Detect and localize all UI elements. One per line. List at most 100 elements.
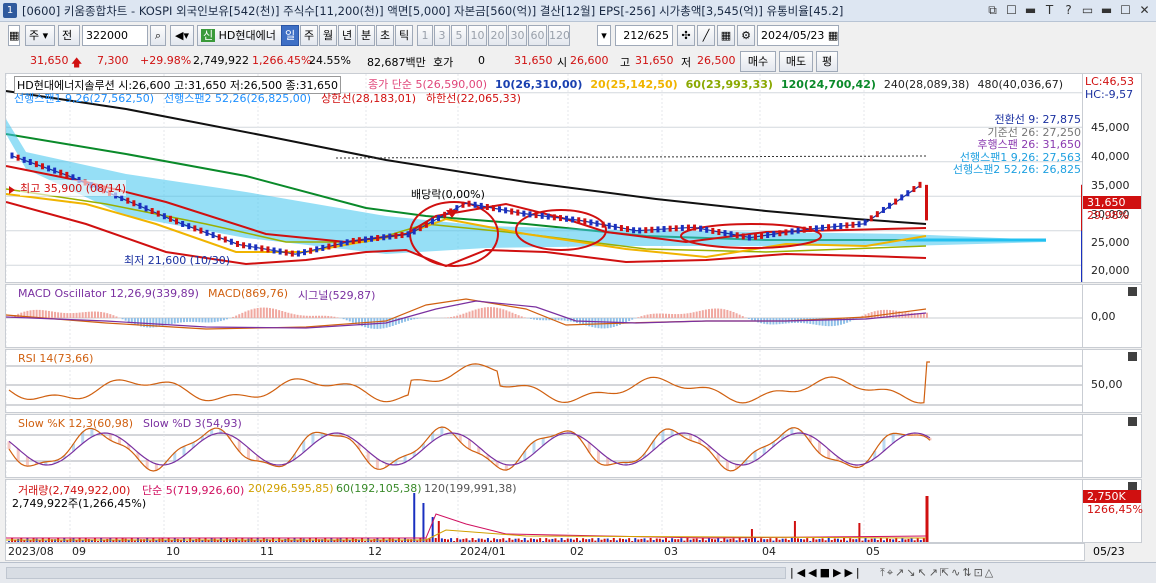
sell-button[interactable]: 매도	[779, 51, 813, 72]
stoch-y-axis[interactable]	[1082, 414, 1142, 478]
candle	[205, 229, 209, 236]
candle	[534, 212, 538, 219]
period-tab-6[interactable]: 틱	[395, 25, 413, 46]
candle	[309, 247, 313, 254]
candle	[802, 226, 806, 233]
candle	[662, 226, 666, 233]
stoch-pane[interactable]: Slow %K 12,3(60,98) Slow %D 3(54,93)	[5, 414, 1085, 478]
candle	[382, 234, 386, 241]
price-y-tick: 25,000	[1091, 236, 1130, 249]
interval-button-3[interactable]: 3	[434, 25, 450, 46]
ichimoku-legend-3: 하한선(22,065,33)	[426, 92, 521, 105]
period-tab-0[interactable]: 일	[281, 25, 299, 46]
interval-button-30[interactable]: 30	[508, 25, 527, 46]
period-tab-4[interactable]: 분	[357, 25, 375, 46]
interval-button-5[interactable]: 5	[451, 25, 467, 46]
interval-button-60[interactable]: 60	[528, 25, 547, 46]
window-control-0[interactable]: ⧉	[984, 2, 1001, 19]
candle	[443, 211, 447, 218]
interval-button-10[interactable]: 10	[468, 25, 487, 46]
candle	[498, 206, 502, 213]
window-control-5[interactable]: ▭	[1079, 2, 1096, 19]
rsi-pane[interactable]: RSI 14(73,66)	[5, 349, 1085, 413]
ma-legend-4: 120(24,700,42)	[780, 78, 876, 91]
window-control-7[interactable]: ☐	[1117, 2, 1134, 19]
period-tab-1[interactable]: 주	[300, 25, 318, 46]
period-tab-3[interactable]: 년	[338, 25, 356, 46]
rsi-y-axis[interactable]: 50,00	[1082, 349, 1142, 413]
candle	[504, 207, 508, 214]
candle	[28, 158, 32, 165]
candle	[199, 227, 203, 234]
interval-button-120[interactable]: 120	[548, 25, 570, 46]
candle	[242, 242, 246, 249]
candle	[632, 227, 636, 234]
candle	[558, 215, 562, 222]
right-legend-4: 선행스팬2 52,26: 26,825	[952, 163, 1081, 176]
count-field[interactable]: 212/625	[615, 25, 673, 46]
stock-code-input[interactable]: 322000	[82, 25, 148, 46]
candle	[65, 171, 69, 178]
gear-icon[interactable]: ⚙	[737, 25, 755, 46]
horizontal-scrollbar[interactable]	[6, 567, 786, 579]
candle	[845, 222, 849, 229]
dividend-annotation: 배당락(0,00%)	[411, 188, 485, 201]
vol-ma5-label: 단순 5(719,926,60)	[142, 484, 245, 497]
interval-button-20[interactable]: 20	[488, 25, 507, 46]
candle	[571, 216, 575, 223]
candle	[766, 232, 770, 239]
grid-icon[interactable]: ▦	[8, 25, 20, 46]
dropdown-icon[interactable]: ▾	[597, 25, 611, 46]
x-axis-label: 03	[664, 545, 678, 558]
price-y-axis[interactable]: LC:46,53 HC:-9,57 45,000 40,000 35,000 30,0…	[1082, 73, 1142, 283]
speaker-icon[interactable]: ◀▾	[170, 25, 194, 46]
volume-y-axis[interactable]: 2,750K 1266,45%	[1082, 479, 1143, 543]
candle	[589, 219, 593, 226]
volume-tag: 2,750K	[1083, 490, 1141, 503]
volume-pane[interactable]: 거래량(2,749,922,00) 단순 5(719,926,60) 20(29…	[5, 479, 1085, 543]
pane-close-icon[interactable]	[1128, 417, 1137, 426]
pane-close-icon[interactable]	[1128, 287, 1137, 296]
candle	[406, 231, 410, 238]
window-control-8[interactable]: ✕	[1136, 2, 1153, 19]
title-bar: 1 [0600] 키움종합차트 - KOSPI 외국인보유[542(천)] 주식…	[0, 0, 1156, 22]
period-tab-5[interactable]: 초	[376, 25, 394, 46]
candle	[357, 237, 361, 244]
candle	[906, 190, 910, 197]
count-total: /625	[644, 29, 669, 42]
date-field[interactable]: 2024/05/23 ▦	[757, 25, 839, 46]
candle	[400, 232, 404, 239]
candle	[516, 209, 520, 216]
candle	[229, 238, 233, 245]
period-tab-2[interactable]: 월	[319, 25, 337, 46]
candle	[717, 228, 721, 235]
market-select[interactable]: 주 ▾	[25, 25, 55, 46]
quote-volume: 2,749,922	[193, 54, 249, 67]
candle	[705, 226, 709, 233]
drawing-tools[interactable]: ⤒⌖↗↘↖↗⇱∿⇅⊡△	[880, 566, 995, 580]
window-control-3[interactable]: T	[1041, 2, 1058, 19]
candle	[370, 235, 374, 242]
avg-button[interactable]: 평	[816, 51, 838, 72]
candle	[59, 169, 63, 176]
search-icon[interactable]: ⌕	[150, 25, 166, 46]
line-tool-icon[interactable]: ╱	[697, 25, 715, 46]
window-control-2[interactable]: ▬	[1022, 2, 1039, 19]
grid-tool-icon[interactable]: ▦	[717, 25, 735, 46]
window-control-4[interactable]: ?	[1060, 2, 1077, 19]
buy-button[interactable]: 매수	[740, 51, 776, 72]
candle	[22, 156, 26, 163]
candle	[644, 227, 648, 234]
candle	[814, 225, 818, 232]
crosshair-icon[interactable]: ✣	[677, 25, 695, 46]
macd-pane[interactable]: MACD Oscillator 12,26,9(339,89) MACD(869…	[5, 284, 1085, 348]
interval-button-1[interactable]: 1	[417, 25, 433, 46]
window-control-1[interactable]: ☐	[1003, 2, 1020, 19]
macd-y-axis[interactable]: 0,00	[1082, 284, 1142, 348]
scroll-controls[interactable]: |◀◀■▶▶|	[790, 566, 863, 579]
candle	[126, 197, 130, 204]
prev-button[interactable]: 전	[58, 25, 80, 46]
price-pane[interactable]: HD현대에너지솔루션 시:26,600 고:31,650 저:26,500 종:…	[5, 73, 1085, 283]
window-control-6[interactable]: ▬	[1098, 2, 1115, 19]
pane-close-icon[interactable]	[1128, 352, 1137, 361]
